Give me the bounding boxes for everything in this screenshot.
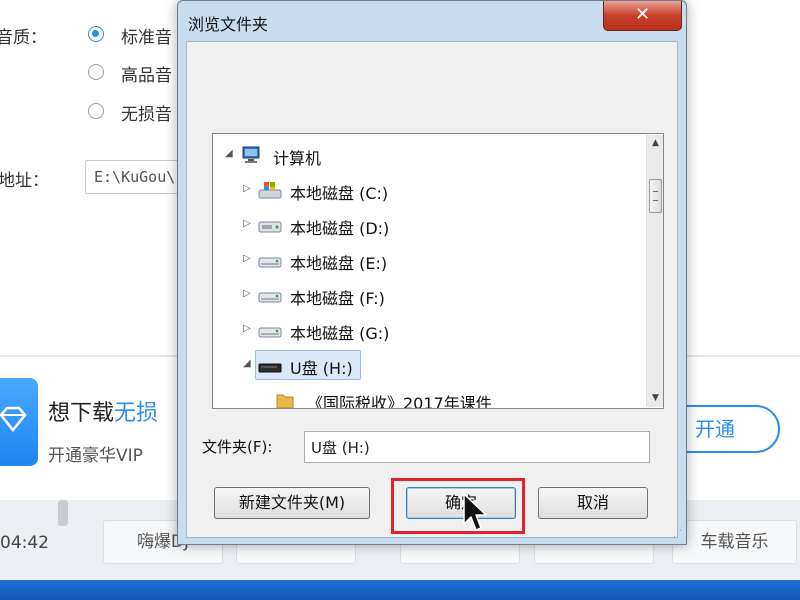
ok-button-highlight-box xyxy=(391,478,525,534)
dialog-title: 浏览文件夹 xyxy=(188,15,269,34)
tree-item-computer[interactable]: ◢ 计算机 xyxy=(213,140,643,170)
tree-item-label: U盘 (H:) xyxy=(290,359,353,378)
radio-standard-quality[interactable] xyxy=(88,26,104,42)
cancel-button[interactable]: 取消 xyxy=(538,487,648,519)
radio-high-quality[interactable] xyxy=(88,64,104,80)
mouse-cursor-icon xyxy=(463,493,489,537)
radio-standard-quality-label[interactable]: 标准音 xyxy=(121,23,172,48)
expanded-arrow-icon[interactable]: ◢ xyxy=(225,148,233,159)
folder-icon xyxy=(275,390,295,408)
folder-tree[interactable]: ◢ 计算机 ▷ 本地磁盘 (C:) ▷ 本地磁盘 (D:) ▷ 本地磁盘 (E:… xyxy=(212,133,664,409)
promo-title: 想下载无损 xyxy=(48,395,158,427)
close-icon: ✕ xyxy=(634,4,651,25)
quality-label: 音质： xyxy=(0,28,47,48)
tree-scrollbar[interactable]: ▲ ▼ xyxy=(646,135,663,407)
drive-icon xyxy=(258,320,282,344)
radio-high-quality-label[interactable]: 高品音 xyxy=(121,61,172,86)
scroll-down-arrow-icon[interactable]: ▼ xyxy=(647,390,663,407)
download-path-input[interactable]: E:\KuGou\ xyxy=(85,160,185,194)
folder-path-field[interactable]: U盘 (H:) xyxy=(304,431,650,463)
drive-icon xyxy=(258,215,282,239)
expanded-arrow-icon[interactable]: ◢ xyxy=(243,358,251,369)
resize-grip-icon[interactable]: ⋰ xyxy=(673,529,682,539)
collapsed-arrow-icon[interactable]: ▷ xyxy=(243,183,251,194)
usb-drive-icon xyxy=(258,355,282,379)
tree-item-label: 本地磁盘 (D:) xyxy=(290,219,390,238)
radio-lossless-quality[interactable] xyxy=(88,103,104,119)
vip-diamond-icon xyxy=(0,378,38,466)
tree-item-folder[interactable]: 《国际税收》2017年课件 xyxy=(213,385,643,409)
collapsed-arrow-icon[interactable]: ▷ xyxy=(243,288,251,299)
tree-item-label: 《国际税收》2017年课件 xyxy=(307,394,492,409)
collapsed-arrow-icon[interactable]: ▷ xyxy=(243,218,251,229)
playback-time: 04:42 xyxy=(0,533,49,553)
tree-item-label: 本地磁盘 (E:) xyxy=(290,254,388,273)
folder-label: 文件夹(F): xyxy=(202,438,273,456)
tree-item-drive-g[interactable]: ▷ 本地磁盘 (G:) xyxy=(213,315,643,345)
address-label: 地址： xyxy=(0,171,49,191)
collapsed-arrow-icon[interactable]: ▷ xyxy=(243,253,251,264)
close-button[interactable]: ✕ xyxy=(603,1,682,31)
collapsed-arrow-icon[interactable]: ▷ xyxy=(243,323,251,334)
promo-title-highlight: 无损 xyxy=(114,401,159,426)
tree-item-label: 本地磁盘 (F:) xyxy=(290,289,385,308)
browse-folder-dialog: 浏览文件夹 ✕ ◢ 计算机 ▷ 本地磁盘 (C:) ▷ 本地磁盘 (D:) ▷ … xyxy=(177,0,687,545)
tree-item-drive-e[interactable]: ▷ 本地磁盘 (E:) xyxy=(213,245,643,275)
promo-title-prefix: 想下载 xyxy=(48,401,115,426)
drive-icon xyxy=(258,285,282,309)
taskbar xyxy=(0,580,800,600)
new-folder-button[interactable]: 新建文件夹(M) xyxy=(214,487,370,519)
tree-item-label: 计算机 xyxy=(273,149,322,168)
scroll-up-arrow-icon[interactable]: ▲ xyxy=(647,135,663,152)
tree-item-drive-c[interactable]: ▷ 本地磁盘 (C:) xyxy=(213,175,643,205)
tree-item-drive-d[interactable]: ▷ 本地磁盘 (D:) xyxy=(213,210,643,240)
computer-icon xyxy=(241,145,263,169)
system-drive-icon xyxy=(258,180,282,204)
tree-item-label: 本地磁盘 (G:) xyxy=(290,324,390,343)
radio-lossless-quality-label[interactable]: 无损音 xyxy=(121,100,172,125)
promo-subtitle: 开通豪华VIP xyxy=(48,446,143,466)
tree-item-usb-drive-h[interactable]: ◢ U盘 (H:) xyxy=(213,350,643,380)
drive-icon xyxy=(258,250,282,274)
tree-item-drive-f[interactable]: ▷ 本地磁盘 (F:) xyxy=(213,280,643,310)
tag-chip-car-music[interactable]: 车载音乐 xyxy=(672,520,797,564)
scroll-thumb[interactable] xyxy=(649,179,662,213)
tree-item-label: 本地磁盘 (C:) xyxy=(290,184,389,203)
background-scrollbar[interactable] xyxy=(58,500,68,526)
